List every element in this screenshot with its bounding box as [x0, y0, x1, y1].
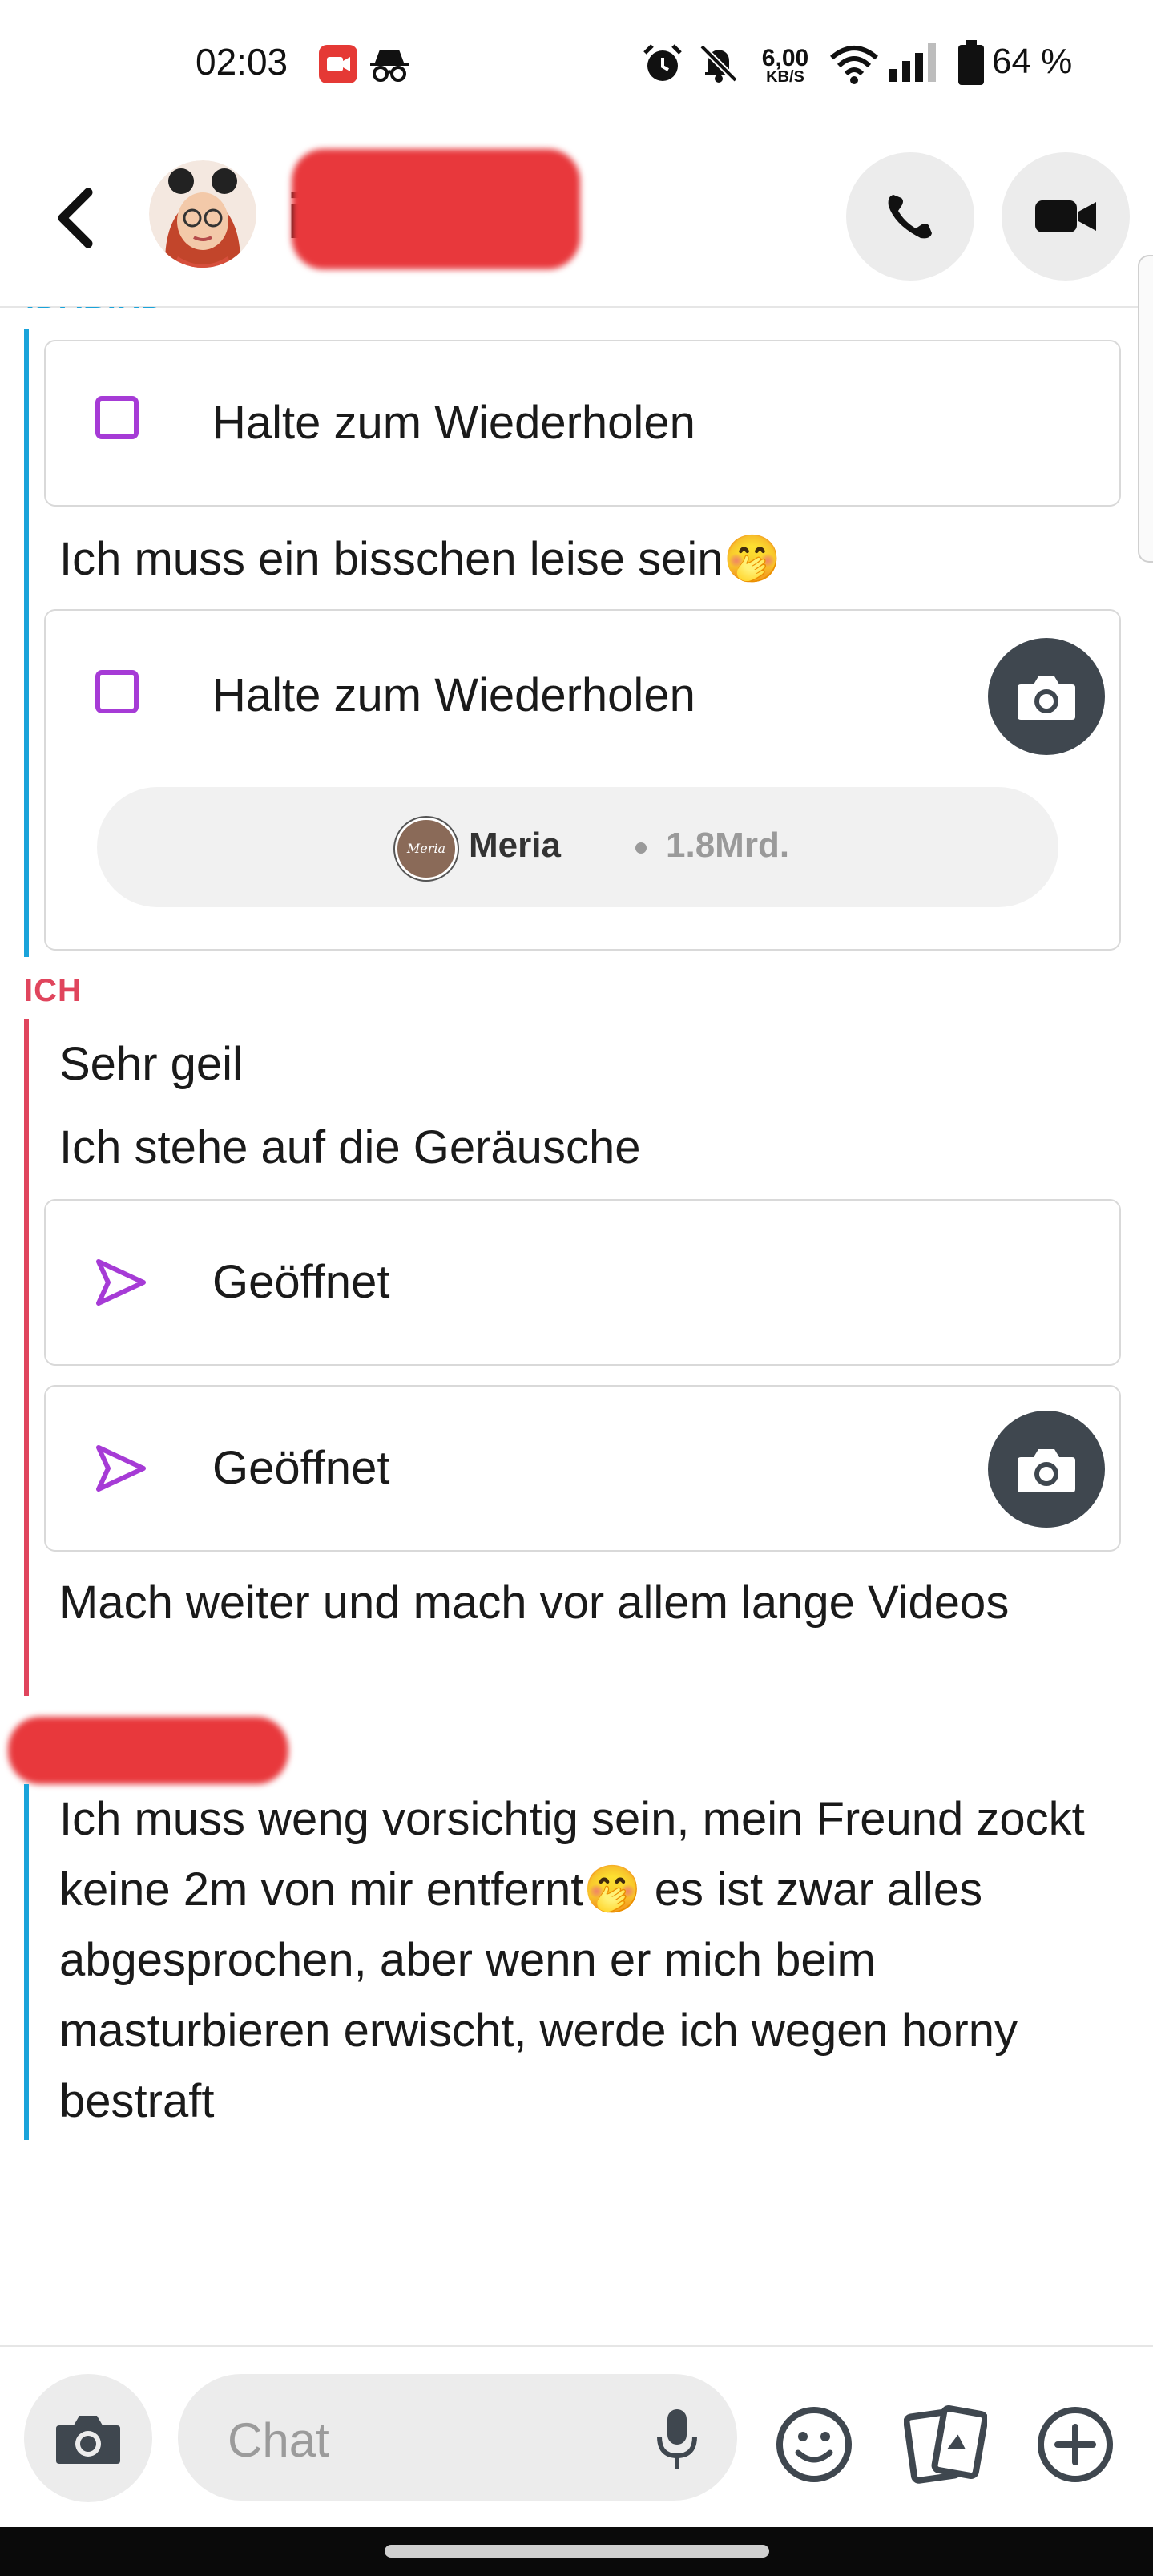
net-speed-unit: KB/S — [766, 68, 804, 86]
screen-record-icon — [319, 45, 357, 83]
battery-icon — [958, 40, 984, 89]
mute-bell-icon — [697, 42, 740, 89]
sent-status-label: Geöffnet — [212, 1256, 390, 1308]
avatar[interactable] — [149, 160, 256, 268]
chat-message: Ich muss weng vorsichtig sein, mein Freu… — [59, 1793, 1085, 2127]
reply-camera-button[interactable] — [988, 638, 1105, 755]
unopened-snap-square-icon — [95, 396, 139, 439]
lens-attribution-pill[interactable]: Meria Meria 1.8Mrd. — [97, 787, 1058, 907]
chat-input[interactable]: Chat — [178, 2374, 737, 2501]
separator-dot — [635, 842, 647, 854]
emoji-icon[interactable] — [774, 2404, 854, 2489]
snap-status-label: Halte zum Wiederholen — [212, 669, 695, 721]
alarm-icon — [641, 42, 684, 89]
camera-icon — [56, 2416, 120, 2464]
friend-accent-line — [24, 329, 29, 957]
received-snap-card[interactable]: Halte zum Wiederholen Meria Meria 1.8Mrd… — [44, 609, 1121, 951]
chat-message: Mach weiter und mach vor allem lange Vid… — [59, 1577, 1010, 1629]
video-call-button[interactable] — [1002, 152, 1130, 281]
stickers-icon[interactable] — [903, 2403, 989, 2490]
net-speed-value: 6,00 — [761, 45, 809, 71]
plus-icon[interactable] — [1035, 2404, 1115, 2489]
unopened-snap-square-icon — [95, 670, 139, 713]
me-accent-line — [24, 1019, 29, 1696]
chat-input-placeholder: Chat — [228, 2413, 329, 2467]
call-button[interactable] — [846, 152, 974, 281]
lens-view-count: 1.8Mrd. — [666, 826, 790, 865]
composer-camera-button[interactable] — [24, 2374, 152, 2502]
redacted-sender-label — [8, 1717, 288, 1784]
top-clip: IDABIRD — [0, 307, 1122, 315]
redacted-contact-name — [292, 149, 580, 269]
camera-icon — [1018, 1449, 1075, 1492]
reply-camera-button[interactable] — [988, 1411, 1105, 1528]
sender-label-me: ICH — [24, 973, 82, 1008]
chat-header: i — [0, 128, 1153, 308]
incognito-icon — [369, 46, 410, 87]
lens-creator-name: Meria — [469, 826, 561, 865]
sent-arrow-icon — [94, 1443, 148, 1498]
microphone-icon[interactable] — [655, 2408, 699, 2476]
friend-accent-line — [24, 1784, 29, 2140]
scrollbar[interactable] — [1138, 255, 1153, 563]
sent-status-label: Geöffnet — [212, 1442, 390, 1494]
battery-percent: 64 % — [992, 42, 1073, 81]
system-nav-bar — [0, 2527, 1153, 2576]
chat-message: Ich stehe auf die Geräusche — [59, 1121, 641, 1173]
signal-icon — [889, 42, 942, 87]
sent-snap-card[interactable]: Geöffnet — [44, 1199, 1121, 1366]
snap-status-label: Halte zum Wiederholen — [212, 397, 695, 449]
chat-message: Ich muss ein bisschen leise sein🤭 — [59, 533, 781, 585]
lens-creator-avatar: Meria — [395, 818, 458, 880]
received-snap-card[interactable]: Halte zum Wiederholen — [44, 340, 1121, 507]
wifi-icon — [828, 43, 880, 89]
video-camera-icon — [1035, 200, 1096, 232]
sent-snap-card[interactable]: Geöffnet — [44, 1385, 1121, 1552]
lens-avatar-text: Meria — [406, 841, 446, 856]
back-arrow-icon[interactable] — [48, 186, 104, 250]
camera-icon — [1018, 676, 1075, 720]
phone-icon — [888, 195, 932, 239]
sender-label-top: IDABIRD — [26, 307, 165, 315]
status-time: 02:03 — [196, 41, 288, 83]
sent-arrow-icon — [94, 1257, 148, 1312]
chat-message: Sehr geil — [59, 1038, 243, 1090]
home-indicator[interactable] — [385, 2545, 769, 2558]
